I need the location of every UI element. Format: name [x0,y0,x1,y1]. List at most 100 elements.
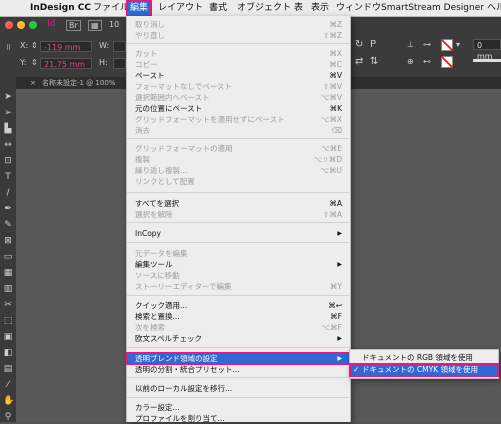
rectangle-tool-icon[interactable]: ▭ [3,251,13,263]
width-field[interactable] [113,41,126,52]
menu-file[interactable]: ファイル [93,0,129,16]
edit-menu-item[interactable]: 元の位置にペースト ⌘K [127,103,350,114]
menu-smartstream[interactable]: SmartStream Designer [381,0,484,16]
note-tool-icon[interactable]: ▤ [3,363,13,375]
gradient-feather-tool-icon[interactable]: ◧ [3,347,13,359]
zoom-tool-icon[interactable]: ⚲ [3,411,13,423]
edit-menu-item: ソースに移動 [127,270,350,281]
close-window-button[interactable] [5,21,13,29]
transform-tool-icon[interactable]: ⬚ [3,315,13,327]
menu-item-label: グリッドフォーマットの適用 [135,144,233,153]
menu-item-label: ペースト [135,71,165,80]
edit-menu-item[interactable]: 以前のローカル設定を移行... [127,383,350,394]
menu-item-label: 複製 [135,155,150,164]
rotate-icon[interactable]: ↻ [355,39,363,50]
content-collector-icon[interactable]: ⊡ [3,155,13,167]
edit-menu-item[interactable]: 透明の分割・統合プリセット... [127,364,350,375]
menu-object[interactable]: オブジェクト [237,0,291,16]
no-stroke-icon [441,56,453,68]
gradient-tool-icon[interactable]: ▣ [3,331,13,343]
edit-menu-item: 消去 ⌫ [127,125,350,136]
link-icon[interactable]: ⊷ [423,57,431,66]
transparency-blend-space-submenu: ドキュメントの RGB 領域を使用 ✓ ドキュメントの CMYK 領域を使用 [349,349,499,379]
selection-tool-icon[interactable]: ➤ [3,91,13,103]
align-icon[interactable]: ⊥ [407,40,414,49]
close-tab-icon[interactable]: × [30,77,36,89]
edit-menu-item: グリッドフォーマットを適用せずにペースト ⌥⌘X [127,114,350,125]
frame-grid-tool-icon[interactable]: ▦ [3,267,13,279]
menu-item-shortcut: ⌘A [329,199,342,208]
menu-layout[interactable]: レイアウト [158,0,203,16]
submenu-item-label: ドキュメントの CMYK 領域を使用 [362,365,478,374]
menu-table[interactable]: 表 [294,0,303,16]
x-position-field[interactable]: -119 mm [40,41,92,52]
edit-menu-item[interactable]: カラー設定... [127,402,350,413]
edit-menu-item[interactable]: ペースト ⌘V [127,70,350,81]
y-position-field[interactable]: 21.75 mm [40,58,92,69]
y-stepper[interactable]: ⇕ [31,58,38,67]
menu-window[interactable]: ウィンドウ [336,0,381,16]
menu-help[interactable]: ヘル [487,0,501,16]
edit-menu-item: リンクとして配置 [127,176,350,187]
x-stepper[interactable]: ⇕ [31,41,38,50]
app-icon: Id [47,19,56,29]
edit-menu-item[interactable]: InCopy ▶ [127,228,350,239]
menu-item-label: 取り消し [135,20,165,29]
bridge-button[interactable]: Br [66,20,81,31]
pen-tool-icon[interactable]: ✒ [3,203,13,215]
edit-menu-item[interactable]: 検索と置換... ⌘F [127,311,350,322]
distribute-icon[interactable]: ⊶ [423,40,431,49]
hand-tool-icon[interactable]: ✋ [3,395,14,407]
menu-type[interactable]: 書式 [209,0,227,16]
edit-menu-item[interactable]: 透明ブレンド領域の設定 ▶ [126,352,351,365]
document-tab[interactable]: 名称未設定-1 @ 100% [42,77,115,89]
eyedropper-tool-icon[interactable]: ⁄ [3,379,13,391]
view-options-button[interactable]: ▦ [88,20,102,31]
line-tool-icon[interactable]: / [3,187,13,199]
edit-menu-item: フォーマットなしでペースト ⇧⌘V [127,81,350,92]
stroke-style-preview[interactable] [473,59,501,62]
x-label: X: [20,41,29,50]
page-tool-icon[interactable]: ▙ [3,123,13,135]
menu-item-label: コピー [135,60,158,69]
app-menu[interactable]: InDesign CC [30,0,91,16]
edit-menu-dropdown: 取り消し ⌘Z やり直し ⇧⌘Z カット ⌘X コピー ⌘C ペースト ⌘V フォーマットなしでペー… [126,16,351,424]
reference-point-icon[interactable]: ⠿ [6,44,11,52]
scissors-tool-icon[interactable]: ✂ [3,299,13,311]
edit-menu-item: 繰り返し複製... ⌥⌘U [127,165,350,176]
frame-tool-icon[interactable]: ⊠ [3,235,13,247]
edit-menu-item: コピー ⌘C [127,59,350,70]
edit-menu-item[interactable]: クイック適用... ⌘↩ [127,300,350,311]
stroke-weight-field[interactable]: 0 mm [473,39,501,61]
type-tool-icon[interactable]: T [3,171,13,183]
edit-menu-item[interactable]: すべてを選択 ⌘A [127,198,350,209]
height-field[interactable] [113,58,126,69]
menu-item-shortcut: ⌥⌘V [320,93,342,102]
minimize-window-button[interactable] [17,21,25,29]
menu-view[interactable]: 表示 [311,0,329,16]
edit-menu-item: 次を検索 ⌥⌘F [127,322,350,333]
shear-icon[interactable]: ⇄ [355,56,363,67]
menu-item-label: リンクとして配置 [135,177,195,186]
zoom-window-button[interactable] [29,21,37,29]
grid-tool-icon[interactable]: ▥ [3,283,13,295]
submenu-item[interactable]: ドキュメントの RGB 領域を使用 [350,352,498,364]
anchor-icon[interactable]: ⊕ [407,57,414,66]
edit-menu-item[interactable]: 欧文スペルチェック ▶ [127,333,350,344]
menu-item-shortcut: ⌘X [329,49,342,58]
menu-separator [127,222,350,223]
flip-icon[interactable]: ⇅ [370,56,378,67]
edit-menu-item[interactable]: 編集ツール ▶ [127,259,350,270]
text-path-icon[interactable]: P [370,39,376,50]
pencil-tool-icon[interactable]: ✎ [3,219,13,231]
stroke-dropdown[interactable]: ▾ [456,40,460,49]
direct-selection-tool-icon[interactable]: ➢ [3,107,13,119]
submenu-item[interactable]: ✓ ドキュメントの CMYK 領域を使用 [349,363,499,377]
zoom-level[interactable]: 10 [109,20,119,29]
gap-tool-icon[interactable]: ↔ [3,139,13,151]
menu-separator [127,192,350,193]
menu-item-label: グリッドフォーマットを適用せずにペースト [135,115,285,124]
menu-item-label: カラー設定... [135,403,180,412]
edit-menu-item[interactable]: プロファイルを割り当て... [127,413,350,424]
menu-edit[interactable]: 編集 [125,0,153,17]
